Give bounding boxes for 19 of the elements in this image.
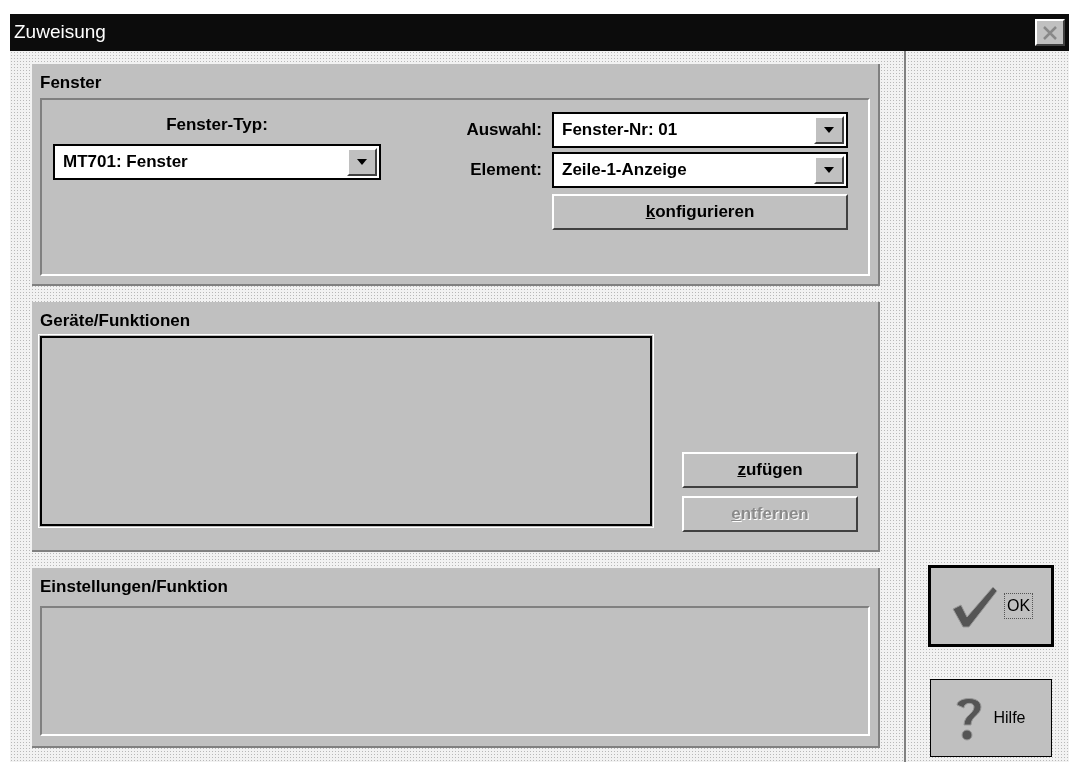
group-title: Fenster [40, 72, 103, 94]
button-label: OK [1004, 594, 1033, 618]
close-icon [1042, 25, 1058, 40]
push-button[interactable]: konfigurieren [552, 194, 848, 230]
ok-button[interactable]: OK [927, 565, 1054, 647]
dropdown-field[interactable]: MT701: Fenster [53, 143, 381, 180]
help-button[interactable]: Hilfe [929, 679, 1052, 757]
dropdown-field[interactable]: Zeile-1-Anzeige [552, 152, 848, 188]
close-button[interactable] [1035, 19, 1065, 46]
window-title: Zuweisung [14, 20, 106, 45]
field-label: Element: [470, 159, 542, 182]
field-label: Fenster-Typ: [166, 114, 268, 136]
group-title: Einstellungen/Funktion [40, 576, 229, 598]
dropdown-field[interactable]: Fenster-Nr: 01 [552, 112, 848, 148]
list-box[interactable] [40, 336, 652, 526]
field-label: Auswahl: [466, 119, 542, 142]
push-button[interactable]: zufügen [682, 452, 858, 488]
button-label: Hilfe [992, 708, 1027, 728]
group-title: Geräte/Funktionen [40, 310, 192, 332]
